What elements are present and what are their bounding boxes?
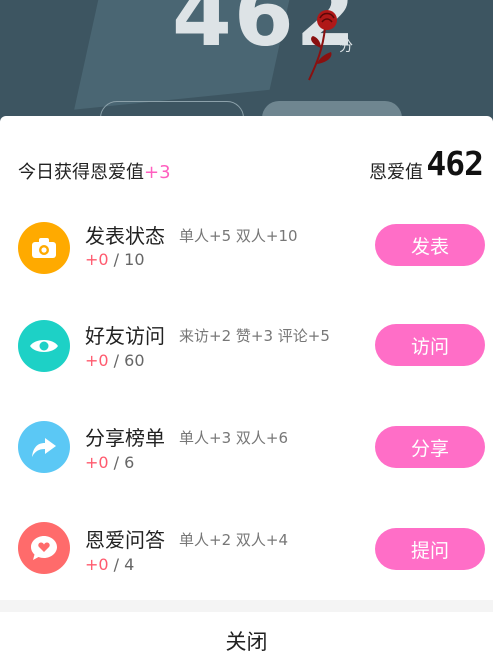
- post-button[interactable]: 发表: [375, 224, 485, 266]
- task-progress-gain: +0: [85, 250, 109, 269]
- task-progress-gain: +0: [85, 555, 109, 574]
- eye-icon: [18, 320, 70, 372]
- ask-button[interactable]: 提问: [375, 528, 485, 570]
- sheet-header: 今日获得恩爱值+3 恩爱值 462: [18, 144, 484, 188]
- task-row-friend-visit: 好友访问 来访+2 赞+3 评论+5 +0 / 60 访问: [0, 300, 493, 400]
- task-progress-limit: / 6: [108, 453, 135, 472]
- today-gain-value: +3: [144, 162, 171, 183]
- task-progress: +0 / 60: [85, 351, 145, 370]
- task-progress-limit: / 4: [108, 555, 135, 574]
- task-description: 来访+2 赞+3 评论+5: [179, 327, 330, 345]
- heart-chat-icon: [18, 522, 70, 574]
- today-gain-text: 今日获得恩爱值: [18, 162, 144, 183]
- task-title: 分享榜单: [85, 426, 165, 450]
- task-progress: +0 / 10: [85, 250, 145, 269]
- close-button[interactable]: 关闭: [0, 612, 493, 670]
- visit-button[interactable]: 访问: [375, 324, 485, 366]
- task-progress: +0 / 6: [85, 453, 134, 472]
- task-row-qa: 恩爱问答 单人+2 双人+4 +0 / 4 提问: [0, 504, 493, 604]
- task-row-share-ranking: 分享榜单 单人+3 双人+6 +0 / 6 分享: [0, 402, 493, 502]
- task-progress-limit: / 60: [108, 351, 145, 370]
- task-description: 单人+5 双人+10: [179, 227, 298, 245]
- share-icon: [18, 421, 70, 473]
- rose-icon: [308, 10, 337, 81]
- total-score-value: 462: [426, 144, 484, 183]
- task-title: 好友访问: [85, 324, 165, 348]
- task-sheet: 今日获得恩爱值+3 恩爱值 462 发表状态 单人+5 双人+10 +0 / 1…: [0, 116, 493, 670]
- task-title: 恩爱问答: [85, 528, 165, 552]
- task-title: 发表状态: [85, 224, 165, 248]
- score-header-background: 462 分: [0, 0, 493, 125]
- total-score-label: 恩爱值: [369, 162, 423, 183]
- task-description: 单人+3 双人+6: [179, 429, 288, 447]
- task-progress: +0 / 4: [85, 555, 134, 574]
- task-progress-gain: +0: [85, 453, 109, 472]
- share-button[interactable]: 分享: [375, 426, 485, 468]
- task-row-post-status: 发表状态 单人+5 双人+10 +0 / 10 发表: [0, 198, 493, 298]
- task-progress-limit: / 10: [108, 250, 145, 269]
- camera-icon: [18, 222, 70, 274]
- task-progress-gain: +0: [85, 351, 109, 370]
- footer-divider: [0, 600, 493, 612]
- today-gain-label: 今日获得恩爱值+3: [18, 158, 171, 184]
- task-description: 单人+2 双人+4: [179, 531, 288, 549]
